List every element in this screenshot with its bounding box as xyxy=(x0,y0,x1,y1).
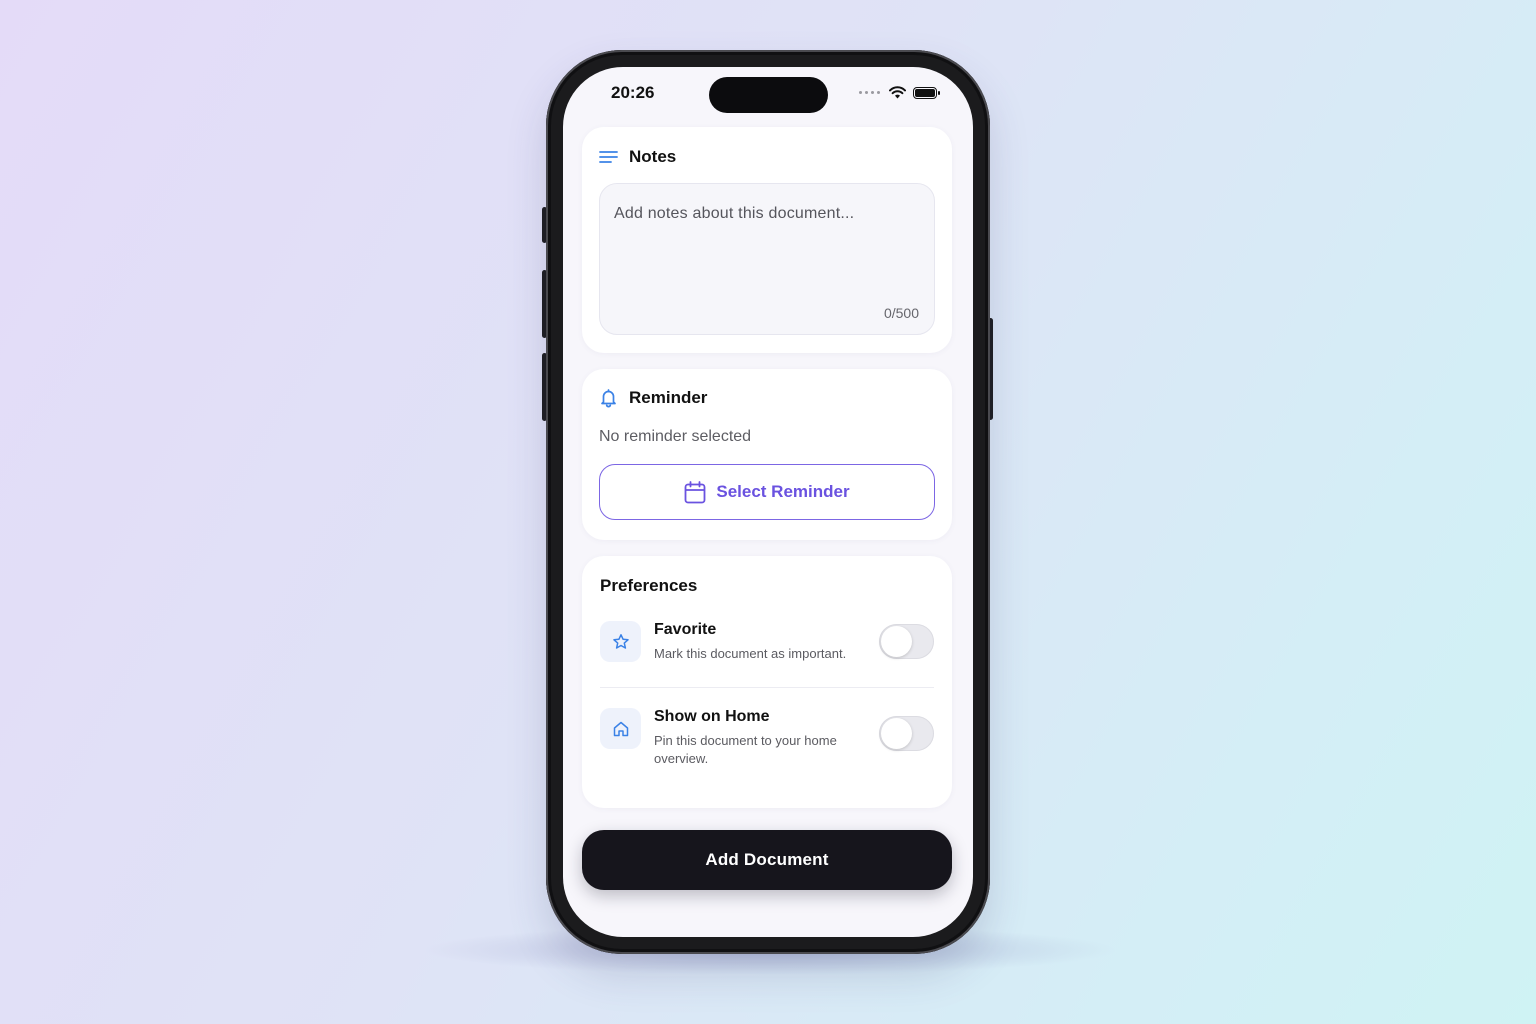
notes-title: Notes xyxy=(629,147,677,166)
star-icon xyxy=(600,621,641,662)
lines-icon xyxy=(599,151,618,163)
dynamic-island xyxy=(709,77,828,113)
home-icon xyxy=(600,708,641,749)
favorite-label: Favorite xyxy=(654,621,717,638)
select-reminder-button[interactable]: Select Reminder xyxy=(599,464,935,520)
notes-placeholder: Add notes about this document... xyxy=(614,205,855,222)
preferences-card: Preferences Favorite Mark this document … xyxy=(582,556,952,808)
character-counter: 0/500 xyxy=(883,305,919,321)
reminder-header: Reminder xyxy=(599,388,935,408)
favorite-row: Favorite Mark this document as important… xyxy=(600,621,934,663)
notes-header: Notes xyxy=(599,147,935,167)
reminder-title: Reminder xyxy=(629,388,708,407)
bell-icon xyxy=(601,389,616,408)
status-icons xyxy=(859,86,940,99)
phone-frame: 20:26 Notes Add notes about this documen… xyxy=(546,50,990,954)
favorite-description: Mark this document as important. xyxy=(654,646,847,661)
preferences-title: Preferences xyxy=(600,576,698,595)
favorite-toggle[interactable] xyxy=(879,624,934,659)
show-on-home-row: Show on Home Pin this document to your h… xyxy=(600,688,934,768)
show-on-home-label: Show on Home xyxy=(654,708,770,725)
calendar-icon xyxy=(684,480,706,503)
show-on-home-description: Pin this document to your home overview. xyxy=(654,733,837,766)
notes-textarea[interactable]: Add notes about this document... 0/500 xyxy=(599,183,935,335)
reminder-status: No reminder selected xyxy=(599,428,752,445)
show-on-home-toggle[interactable] xyxy=(879,716,934,751)
status-time: 20:26 xyxy=(611,83,655,102)
phone-screen: 20:26 Notes Add notes about this documen… xyxy=(563,67,973,937)
add-document-button[interactable]: Add Document xyxy=(582,830,952,890)
reminder-card: Reminder No reminder selected Select Rem… xyxy=(582,369,952,540)
select-reminder-label: Select Reminder xyxy=(716,482,850,501)
add-document-label: Add Document xyxy=(705,850,829,869)
notes-card: Notes Add notes about this document... 0… xyxy=(582,127,952,353)
signal-dots-icon xyxy=(859,91,880,94)
battery-icon xyxy=(913,86,940,99)
wifi-icon xyxy=(889,86,906,99)
